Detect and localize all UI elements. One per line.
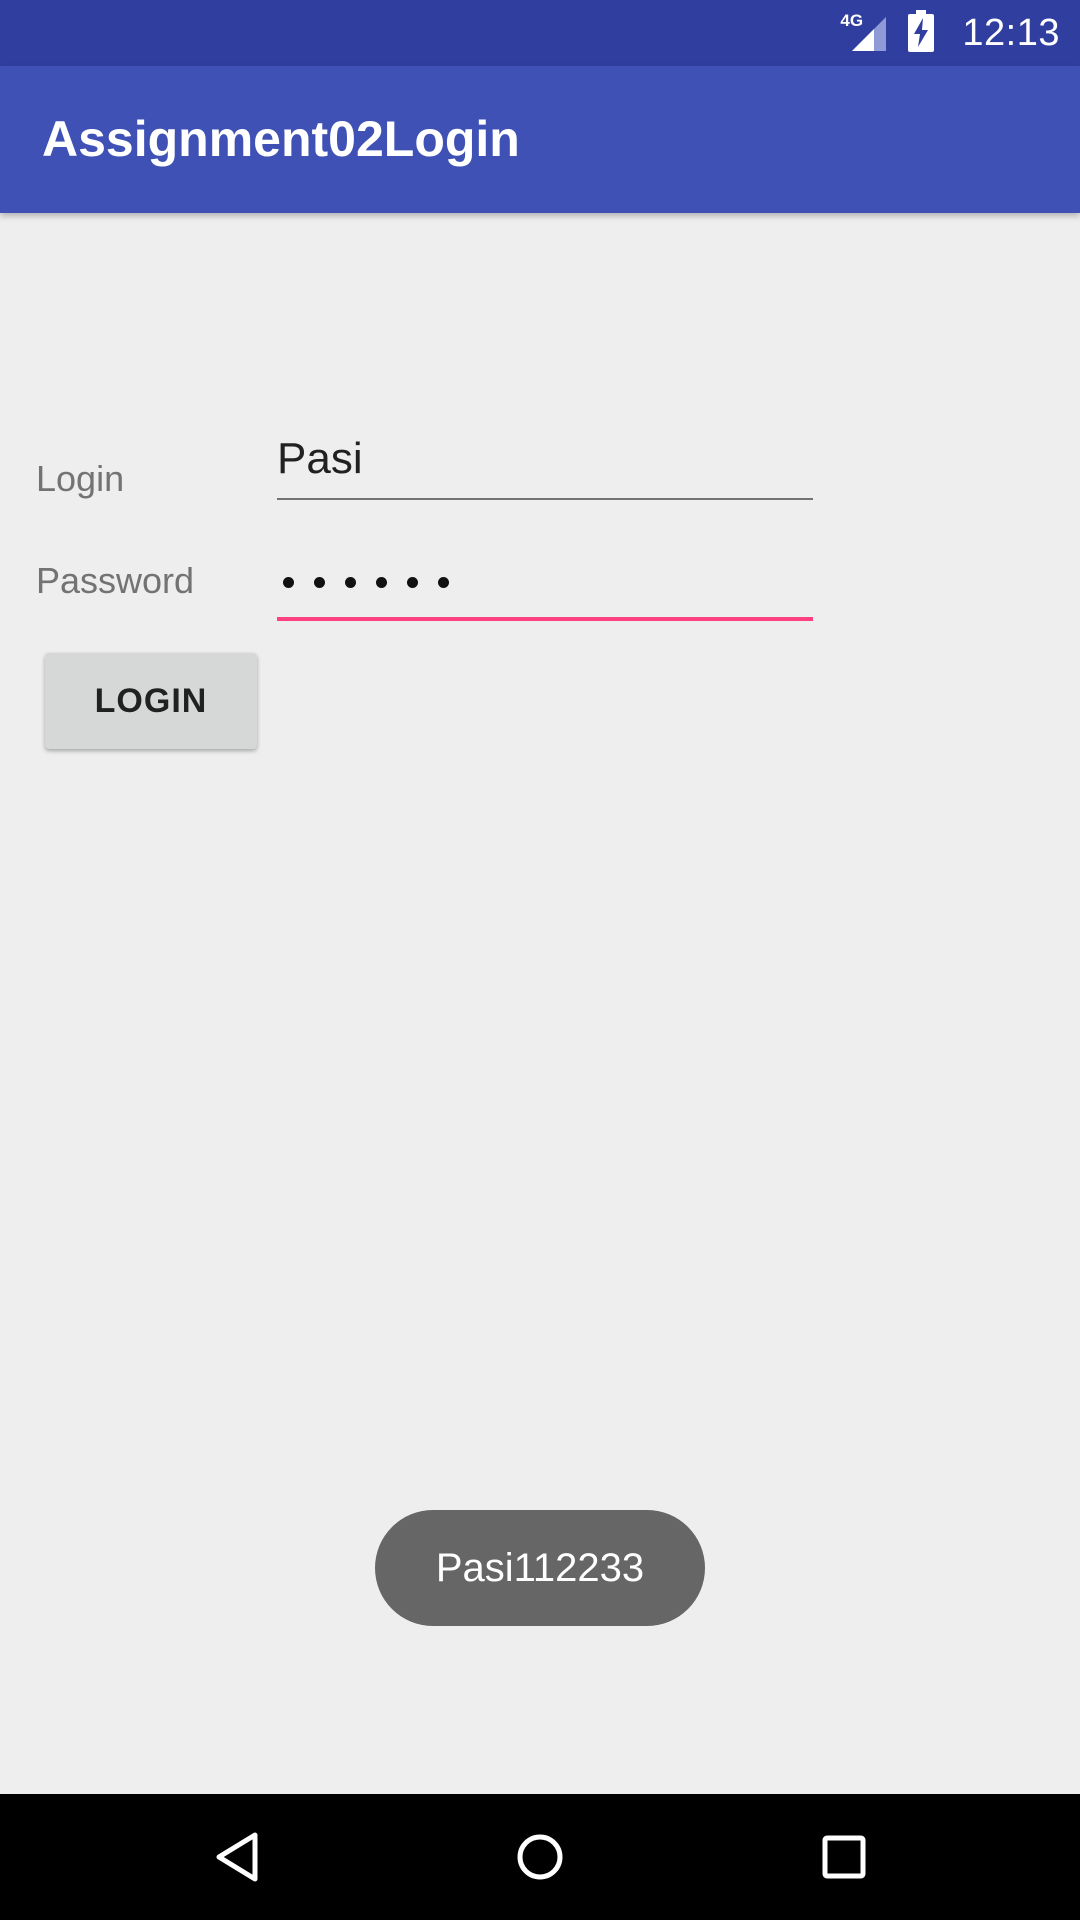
status-bar: 4G 12:13 <box>0 0 1080 66</box>
password-mask <box>283 577 469 588</box>
status-time: 12:13 <box>962 11 1060 54</box>
status-icons: 4G 12:13 <box>840 0 1060 66</box>
password-dot <box>314 577 325 588</box>
toast-message: Pasi112233 <box>375 1510 705 1626</box>
home-icon[interactable] <box>507 1824 573 1890</box>
app-title: Assignment02Login <box>42 111 520 167</box>
navigation-bar <box>0 1794 1080 1920</box>
password-dot <box>438 577 449 588</box>
recents-icon[interactable] <box>811 1824 877 1890</box>
back-icon[interactable] <box>204 1824 270 1890</box>
password-label: Password <box>36 560 195 601</box>
login-label: Login <box>36 458 125 499</box>
login-screen: 4G 12:13 Assignment02Login Login Pasi Pa… <box>0 0 1080 1920</box>
login-input-value: Pasi <box>277 434 363 483</box>
password-dot <box>283 577 294 588</box>
signal-icon: 4G <box>840 11 888 53</box>
password-dot <box>376 577 387 588</box>
login-button[interactable]: LOGIN <box>45 653 257 749</box>
password-dot <box>407 577 418 588</box>
password-input[interactable] <box>277 547 813 621</box>
login-input[interactable]: Pasi <box>277 432 813 500</box>
battery-charging-icon <box>908 9 935 57</box>
app-bar: Assignment02Login <box>0 66 1080 213</box>
password-dot <box>345 577 356 588</box>
